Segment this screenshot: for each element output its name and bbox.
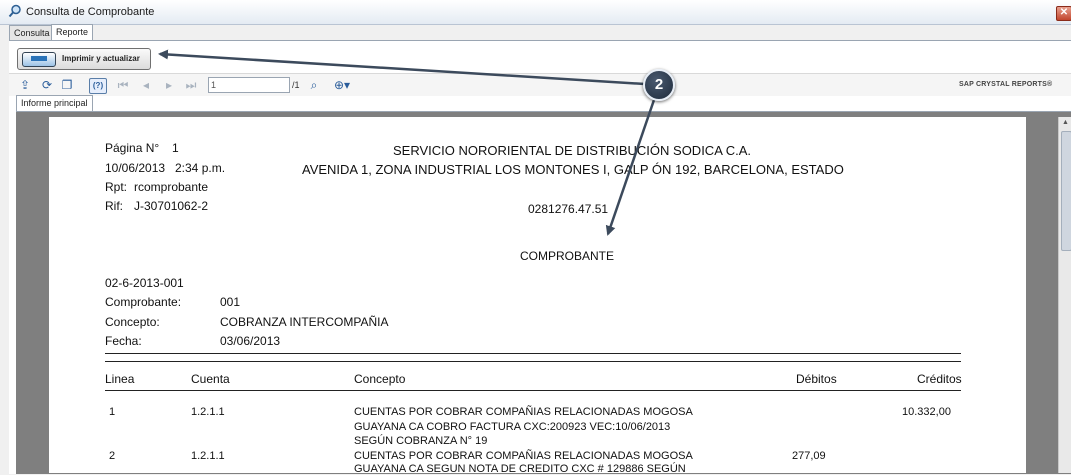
annotation-arrows <box>158 49 657 236</box>
annotation-arrow-to-title <box>605 96 657 236</box>
annotation-arrow-to-button <box>158 49 646 86</box>
callout-badge: 2 <box>643 69 675 101</box>
